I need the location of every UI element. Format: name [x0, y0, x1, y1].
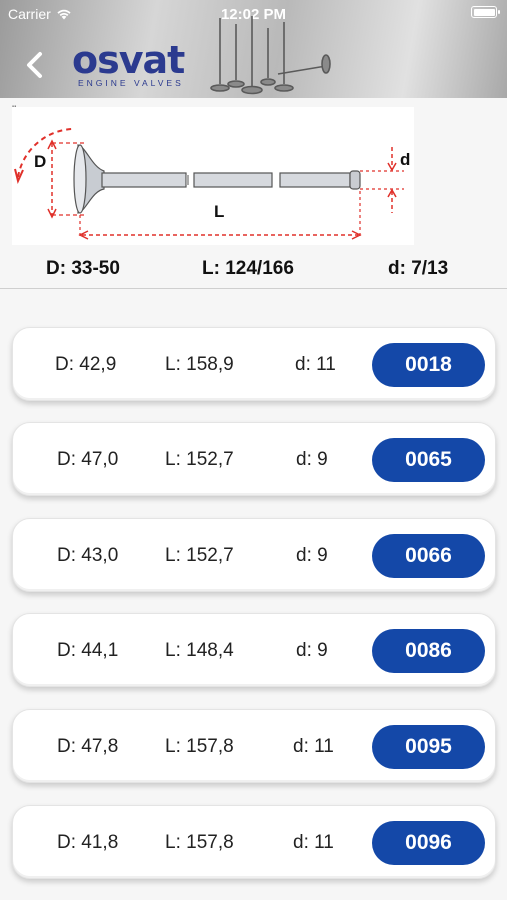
valve-stem: d: 11: [293, 832, 334, 853]
spec-length-range: L: 124/166: [202, 258, 294, 279]
spec-stem-range: d: 7/13: [388, 258, 449, 279]
chevron-left-icon: [27, 52, 42, 78]
valve-diameter: D: 43,0: [57, 545, 119, 566]
valve-row[interactable]: D: 44,1 L: 148,4 d: 9 0086: [12, 613, 496, 687]
valve-row[interactable]: D: 47,0 L: 152,7 d: 9 0065: [12, 422, 496, 496]
valve-code-button[interactable]: 0066: [372, 534, 485, 578]
battery-icon: [471, 6, 500, 18]
valve-row[interactable]: D: 41,8 L: 157,8 d: 11 0096: [12, 805, 496, 879]
valve-stem: d: 9: [296, 449, 328, 470]
back-button[interactable]: [22, 50, 48, 80]
valve-stem: d: 9: [296, 640, 328, 661]
valve-diameter: D: 47,0: [57, 449, 119, 470]
valve-stem: d: 9: [296, 545, 328, 566]
valve-code-button[interactable]: 0095: [372, 725, 485, 769]
valve-length: L: 157,8: [165, 832, 234, 853]
valve-diameter: D: 41,8: [57, 832, 119, 853]
section-divider: [0, 288, 507, 289]
diagram-label-d: d: [400, 150, 410, 169]
valve-stem: d: 11: [293, 736, 334, 757]
valve-diameter: D: 44,1: [57, 640, 119, 661]
logo-wordmark: osvat: [72, 38, 185, 82]
diagram-label-D: D: [34, 152, 46, 171]
valve-stem: d: 11: [295, 354, 336, 375]
app-header: Carrier 12:02 PM osvat ENGINE VALVES: [0, 0, 507, 98]
brand-logo: osvat ENGINE VALVES: [72, 40, 202, 96]
valve-diameter: D: 42,9: [55, 354, 117, 375]
logo-subtitle: ENGINE VALVES: [78, 78, 184, 88]
valve-length: L: 148,4: [165, 640, 234, 661]
valve-list[interactable]: D: 42,9 L: 158,9 d: 11 0018 D: 47,0 L: 1…: [0, 300, 507, 900]
valve-code-button[interactable]: 0086: [372, 629, 485, 673]
spec-diameter-range: D: 33-50: [46, 258, 120, 279]
valve-length: L: 152,7: [165, 449, 234, 470]
valves-banner-image: [210, 16, 331, 95]
valve-row[interactable]: D: 47,8 L: 157,8 d: 11 0095: [12, 709, 496, 783]
valve-row[interactable]: D: 43,0 L: 152,7 d: 9 0066: [12, 518, 496, 592]
valve-code-button[interactable]: 0065: [372, 438, 485, 482]
valve-code-button[interactable]: 0096: [372, 821, 485, 865]
diagram-label-L: L: [214, 202, 224, 221]
valve-length: L: 158,9: [165, 354, 234, 375]
valve-diameter: D: 47,8: [57, 736, 119, 757]
spec-summary: D: 33-50 L: 124/166 d: 7/13: [0, 258, 507, 280]
valve-code-button[interactable]: 0018: [372, 343, 485, 387]
valve-diagram: D L d: [12, 107, 414, 245]
valve-length: L: 157,8: [165, 736, 234, 757]
valve-row[interactable]: D: 42,9 L: 158,9 d: 11 0018: [12, 327, 496, 401]
valve-length: L: 152,7: [165, 545, 234, 566]
